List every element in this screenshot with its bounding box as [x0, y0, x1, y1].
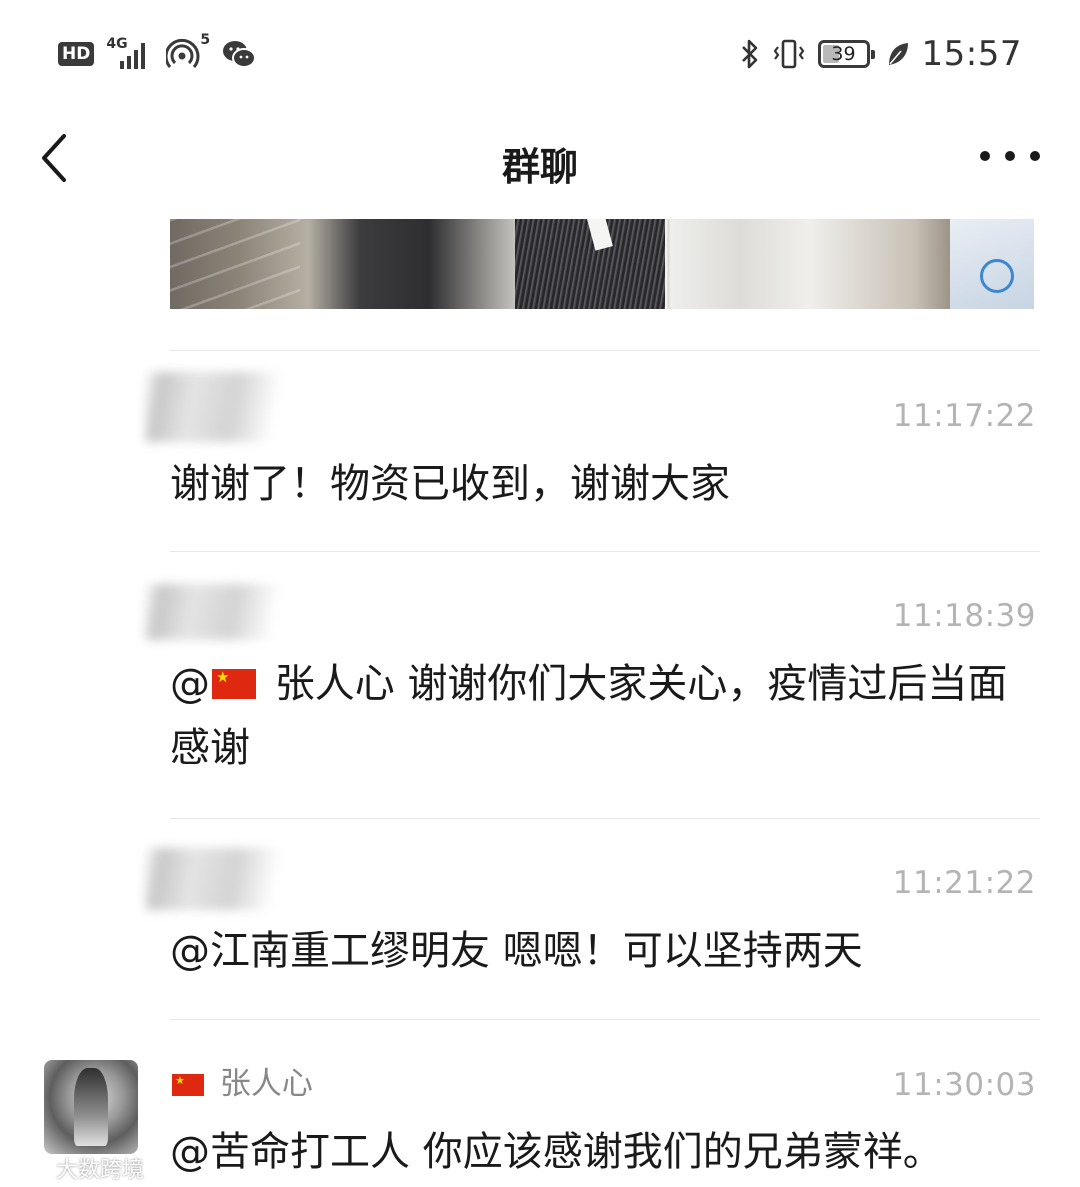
- message-divider: [170, 350, 1040, 351]
- bluetooth-icon: [741, 39, 757, 69]
- battery-level: 39: [831, 43, 856, 65]
- page-title: 群聊: [501, 145, 578, 189]
- china-flag-icon: [172, 1074, 204, 1096]
- weibo-logo-icon: [8, 1161, 51, 1177]
- status-bar-left: HD 4G 5: [58, 32, 257, 72]
- message-divider: [170, 818, 1040, 819]
- status-time: 15:57: [921, 34, 1022, 74]
- eco-leaf-icon: [888, 43, 908, 65]
- vibrate-icon: [773, 39, 804, 69]
- message-divider: [170, 1019, 1040, 1020]
- message-time: 11:18:39: [892, 598, 1036, 634]
- status-bar: HD 4G 5 39 15:57: [0, 0, 1080, 110]
- mention-at: @: [170, 661, 210, 707]
- watermark: 大数跨境: [8, 1152, 144, 1184]
- message-time: 11:21:22: [892, 865, 1036, 901]
- hd-badge: HD: [58, 42, 95, 66]
- blurred-sender-name: [145, 584, 305, 640]
- mention-name[interactable]: 张人心: [275, 661, 395, 707]
- message-text: @江南重工缪明友 嗯嗯！可以坚持两天: [170, 928, 863, 974]
- shared-photo[interactable]: [170, 219, 1034, 309]
- status-bar-right: 39 15:57: [740, 32, 1022, 76]
- hotspot-count: 5: [200, 32, 211, 48]
- sender-name-label: 张人心: [219, 1066, 313, 1102]
- message-divider: [170, 551, 1040, 552]
- message-text: @苦命打工人 你应该感谢我们的兄弟蒙祥。: [170, 1129, 943, 1175]
- more-button[interactable]: [980, 138, 1040, 174]
- wechat-icon: [223, 41, 257, 68]
- nav-bar: 群聊: [0, 110, 1080, 210]
- blurred-sender-name: [145, 372, 305, 442]
- hotspot-icon: 5: [164, 32, 210, 72]
- signal-bars-icon: 4G: [106, 37, 154, 71]
- china-flag-icon: [212, 667, 256, 699]
- message-text: @ 张人心 谢谢你们大家关心，疫情过后当面感谢: [170, 652, 1030, 780]
- blurred-sender-name: [145, 848, 305, 910]
- message-time: 11:30:03: [892, 1067, 1036, 1103]
- more-dots-icon: [980, 151, 990, 161]
- battery-icon: 39: [817, 40, 875, 68]
- avatar[interactable]: [44, 1060, 138, 1154]
- watermark-text: 大数跨境: [56, 1158, 145, 1183]
- message-text: 谢谢了！物资已收到，谢谢大家: [170, 461, 730, 507]
- sender-name: 张人心: [170, 1064, 313, 1104]
- message-time: 11:17:22: [892, 398, 1036, 434]
